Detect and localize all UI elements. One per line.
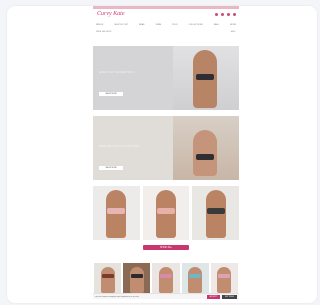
nav-item[interactable]: SWIM <box>156 23 161 27</box>
nav-item[interactable]: NEW IN <box>96 23 103 27</box>
utility-bar: FREE DELIVERY HELP <box>96 30 236 34</box>
lingerie-set <box>107 208 126 214</box>
site-logo[interactable]: Curvy Kate <box>97 11 125 17</box>
nav-item[interactable]: SALE <box>214 23 219 27</box>
product-bra <box>218 274 231 278</box>
hero-banner-1[interactable]: EVERYDAY ESSENTIALS SHOP NOW <box>93 46 239 110</box>
hero-shop-button[interactable]: SHOP NOW <box>99 92 123 96</box>
model-figure <box>106 190 127 238</box>
category-tile[interactable] <box>192 186 240 240</box>
product-bra <box>160 274 172 278</box>
shop-all-button[interactable]: SHOP ALL <box>143 245 189 250</box>
category-tiles <box>93 186 240 240</box>
cookie-banner: We use cookies to improve your experienc… <box>93 293 239 299</box>
product-card[interactable] <box>152 263 180 293</box>
model-figure <box>193 130 217 176</box>
cookie-text: We use cookies to improve your experienc… <box>95 295 140 298</box>
product-card[interactable] <box>123 263 151 293</box>
screenshot-card: Curvy Kate NEW IN SHOP BY CUP BRAS SWIM … <box>7 6 317 303</box>
model-figure <box>100 267 115 293</box>
product-card[interactable] <box>94 263 122 293</box>
model-figure <box>156 190 176 238</box>
product-card[interactable] <box>181 263 209 293</box>
category-tile[interactable] <box>93 186 140 240</box>
nav-item[interactable]: COLLECTIONS <box>189 23 203 27</box>
hero-shop-button[interactable]: SHOP NOW <box>99 166 123 170</box>
hero-headline: NEW SEASON COLLECTION <box>99 144 140 148</box>
product-carousel <box>93 263 239 293</box>
product-bra <box>189 274 202 278</box>
nav-item[interactable]: BRAS <box>139 23 144 27</box>
hero-headline: EVERYDAY ESSENTIALS <box>99 70 135 74</box>
cookie-accept-button[interactable]: ACCEPT <box>206 294 220 299</box>
product-card[interactable] <box>210 263 239 293</box>
bag-icon[interactable] <box>233 13 236 16</box>
model-figure <box>159 267 173 293</box>
model-figure <box>217 267 232 293</box>
cookie-settings-button[interactable]: SETTINGS <box>222 294 237 299</box>
model-figure <box>188 267 203 293</box>
nav-item[interactable]: PLUS <box>172 23 177 27</box>
heart-icon[interactable] <box>227 13 230 16</box>
delivery-text: FREE DELIVERY <box>96 31 112 33</box>
category-tile[interactable] <box>142 186 190 240</box>
model-figure <box>129 267 144 293</box>
webpage: Curvy Kate NEW IN SHOP BY CUP BRAS SWIM … <box>93 6 240 303</box>
model-figure <box>205 190 226 238</box>
lingerie-set <box>206 208 225 214</box>
header-icons <box>215 13 236 16</box>
user-icon[interactable] <box>221 13 224 16</box>
help-link[interactable]: HELP <box>231 30 236 34</box>
search-icon[interactable] <box>215 13 218 16</box>
hero-banner-2[interactable]: NEW SEASON COLLECTION SHOP NOW <box>93 116 239 180</box>
product-bra <box>101 274 114 278</box>
lingerie-set <box>157 208 175 214</box>
product-bra <box>130 274 143 278</box>
nav-item[interactable]: SHOP BY CUP <box>114 23 128 27</box>
promo-bar <box>93 6 239 9</box>
hero-model-image <box>173 46 239 110</box>
nav-item[interactable]: MORE <box>230 23 236 27</box>
model-figure <box>193 50 217 108</box>
hero-model-image <box>173 116 239 180</box>
main-nav: NEW IN SHOP BY CUP BRAS SWIM PLUS COLLEC… <box>93 23 239 27</box>
